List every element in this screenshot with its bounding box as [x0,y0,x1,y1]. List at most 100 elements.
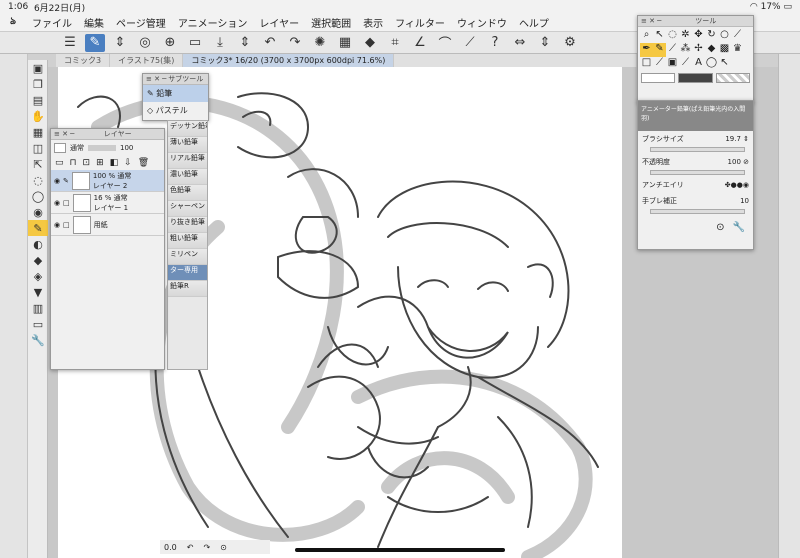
rotate-left-icon[interactable]: ↶ [187,543,194,552]
lasso-icon[interactable]: ◌ [28,172,48,188]
transparent-color[interactable] [715,73,750,83]
chevron-updown-icon-2[interactable]: ⇕ [235,34,255,52]
blend-icon[interactable]: ▩ [718,43,731,57]
correct-icon[interactable]: ↖ [718,57,731,71]
menu-window[interactable]: ウィンドウ [451,15,513,30]
checkbox-icon[interactable]: □ [63,199,70,207]
new-file-icon[interactable]: ⊕ [160,34,180,52]
menu-view[interactable]: 表示 [357,15,389,30]
zoom-icon[interactable]: ⌕ [640,29,653,43]
tab-comic3[interactable]: コミック3 [56,54,111,67]
brush-item[interactable]: ミリペン [168,249,207,265]
brush-tool-icon[interactable]: ◐ [28,236,48,252]
eraser-icon[interactable]: ◆ [28,252,48,268]
reset-icon[interactable]: ⊙ [716,222,724,233]
pen-tool-icon[interactable]: ✒ [640,43,653,57]
lock-icon[interactable]: ⊡ [83,158,91,168]
stabilization-row[interactable]: 手ブレ補正 10 [638,193,753,209]
layer-icon[interactable]: ◎ [135,34,155,52]
fill-tool-icon[interactable]: ▼ [28,284,48,300]
reset-view-icon[interactable]: ⊙ [220,543,227,552]
brush-item[interactable]: 色鉛筆 [168,185,207,201]
flip-horizontal-icon[interactable]: ⇔ [510,34,530,52]
app-logo-icon[interactable]: ঌ [0,14,26,31]
rotate-icon[interactable]: ↻ [705,29,718,43]
brush-size-value[interactable]: 19.7 [725,135,741,143]
menu-icon[interactable]: ≡ ✕ ─ [54,130,74,138]
gradient-icon[interactable]: ▥ [28,300,48,316]
brush-item-selected[interactable]: ター専用 [168,265,207,281]
lasso-2-icon[interactable]: ○ [718,29,731,43]
fill-icon[interactable]: ◆ [360,34,380,52]
menu-file[interactable]: ファイル [26,15,78,30]
copy-icon[interactable]: ❐ [28,76,48,92]
sub-color[interactable] [678,73,713,83]
menu-layer[interactable]: レイヤー [253,15,305,30]
size-menu-icon[interactable]: ⇕ [741,135,749,143]
selection-icon[interactable]: ◯ [28,188,48,204]
rotate-right-icon[interactable]: ↷ [203,543,210,552]
brush-item[interactable]: 鉛筆R [168,281,207,297]
antialias-strong-icon[interactable]: ◉ [743,181,749,189]
frame-icon[interactable]: ▣ [666,57,679,71]
menu-help[interactable]: ヘルプ [513,15,555,30]
brush-item[interactable]: り抜き鉛筆 [168,217,207,233]
brush-item[interactable]: シャーペン [168,201,207,217]
menu-filter[interactable]: フィルター [389,15,451,30]
brush-item[interactable]: デッサン鉛筆 [168,121,207,137]
pen-icon[interactable]: ⟋ [460,34,480,52]
menu-icon[interactable]: ☰ [60,34,80,52]
operation-icon[interactable]: ↖ [653,29,666,43]
ref-icon[interactable]: ⊞ [96,158,104,168]
menu-icon[interactable]: ≡ ✕ ─ [146,75,166,83]
chevron-updown-icon[interactable]: ⇕ [110,34,130,52]
save-icon[interactable]: ⤓ [210,34,230,52]
brush-item[interactable]: 粗い鉛筆 [168,233,207,249]
new-layer-icon[interactable]: ▭ [55,158,64,168]
menu-selection[interactable]: 選択範囲 [305,15,357,30]
ruler-icon[interactable]: ∠ [410,34,430,52]
hand-icon[interactable]: ✋ [28,108,48,124]
grid-icon[interactable]: ▦ [28,124,48,140]
fill-icon[interactable]: ♛ [731,43,744,57]
menu-animation[interactable]: アニメーション [172,15,254,30]
home-indicator[interactable] [295,548,505,552]
brush-item[interactable]: リアル鉛筆 [168,153,207,169]
color-swatch[interactable] [54,143,66,153]
pencil-tool-icon[interactable]: ✎ [28,220,48,236]
blend-mode-select[interactable]: 通常 [70,143,84,153]
transform-icon[interactable]: ⌗ [385,34,405,52]
move-icon[interactable]: ✥ [692,29,705,43]
stabilization-slider[interactable] [650,209,745,214]
redo-icon[interactable]: ↷ [285,34,305,52]
decoration-icon[interactable]: ✢ [692,43,705,57]
layer-palette-icon[interactable]: ▣ [28,60,48,76]
eye-icon[interactable]: ◉ [51,177,63,185]
eraser-icon[interactable]: ◆ [705,43,718,57]
zoom-value[interactable]: 0.0 [164,543,177,552]
brush-tool-icon[interactable]: ⟋ [666,43,679,57]
tab-active-document[interactable]: コミック3* 16/20 (3700 x 3700px 600dpi 71.6%… [183,54,395,67]
lasso-icon[interactable]: ◌ [666,29,679,43]
open-folder-icon[interactable]: ▭ [185,34,205,52]
settings-icon[interactable]: ⚙ [560,34,580,52]
balloon-icon[interactable]: ◯ [705,57,718,71]
pages-icon[interactable]: ▤ [28,92,48,108]
mask-icon[interactable]: ◧ [110,158,119,168]
right-scrollbar[interactable] [778,54,800,558]
eyedropper-icon[interactable]: ◉ [28,204,48,220]
tab-illust75[interactable]: イラスト75(集) [110,54,184,67]
tool-switch-icon[interactable]: ✎ [85,33,105,52]
merge-icon[interactable]: ⇩ [124,158,132,168]
airbrush-icon[interactable]: ⁂ [679,43,692,57]
main-color[interactable] [641,73,676,83]
layer-row-paper[interactable]: ◉ □ 用紙 [51,214,164,236]
loading-icon[interactable]: ✺ [310,34,330,52]
layer-row-1[interactable]: ◉ □ 16 % 通常 レイヤー 1 [51,192,164,214]
brush-icon[interactable]: ⌒ [435,34,455,52]
pencil-tool-icon[interactable]: ✎ [653,43,666,57]
help-icon[interactable]: ? [485,34,505,52]
eye-icon[interactable]: ◉ [51,199,63,207]
menu-page[interactable]: ページ管理 [110,15,172,30]
subtool-pastel[interactable]: ◇ パステル [143,102,208,119]
